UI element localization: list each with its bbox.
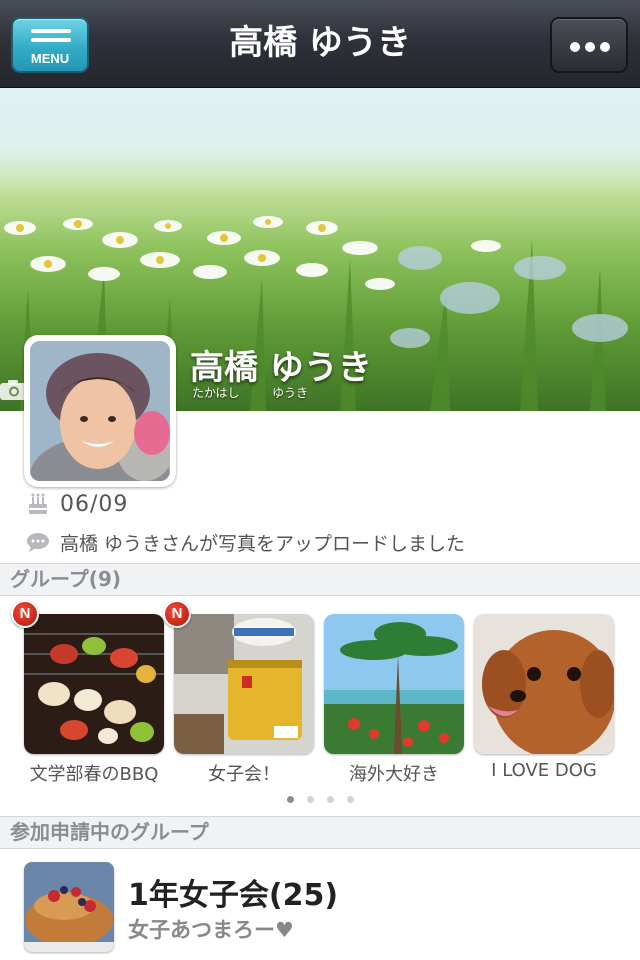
group-photo-bbq — [24, 614, 164, 754]
page-dot — [347, 796, 354, 803]
birthday-row: 06/09 — [26, 490, 128, 518]
group-label[interactable]: I LOVE DOG — [464, 760, 624, 781]
page-dot — [307, 796, 314, 803]
group-photo-dog — [474, 614, 614, 754]
birthday-text: 06/09 — [60, 491, 129, 517]
page-dot — [327, 796, 334, 803]
group-card-bbq[interactable] — [24, 614, 164, 754]
group-photo-overseas — [324, 614, 464, 754]
group-card-joshikai[interactable] — [174, 614, 314, 754]
more-options-button[interactable] — [550, 17, 628, 73]
more-icon — [570, 42, 610, 52]
new-badge: N — [11, 600, 39, 628]
profile-name: 高橋 ゆうき — [190, 348, 372, 388]
group-label[interactable]: 女子会！ — [164, 760, 324, 786]
birthday-cake-icon — [29, 493, 47, 514]
group-label[interactable]: 文学部春のBBQ — [14, 760, 174, 786]
page-dot-active — [287, 796, 294, 803]
groups-section-header: グループ(9) — [0, 563, 640, 596]
group-card-overseas[interactable] — [324, 614, 464, 754]
menu-button[interactable]: MENU — [11, 17, 89, 73]
page-indicator — [287, 796, 357, 804]
status-text: 高橋 ゆうきさんが写真をアップロードしました — [60, 532, 466, 555]
group-photo-joshikai — [174, 614, 314, 754]
pending-group-photo — [24, 862, 114, 952]
pending-group-thumbnail[interactable] — [24, 862, 114, 952]
navigation-bar: MENU 高橋 ゆうき — [0, 0, 640, 88]
page-title: 高橋 ゆうき — [229, 23, 411, 63]
menu-icon — [31, 29, 71, 51]
pending-group-name[interactable]: 1年女子会(25) — [128, 870, 338, 914]
avatar-photo — [30, 341, 170, 481]
status-row[interactable]: 高橋 ゆうきさんが写真をアップロードしました — [26, 528, 465, 556]
group-card-dog[interactable] — [474, 614, 614, 754]
new-badge: N — [163, 600, 191, 628]
group-label[interactable]: 海外大好き — [314, 760, 474, 786]
speech-bubble-icon — [27, 533, 49, 552]
pending-groups-section-header: 参加申請中のグループ — [0, 816, 640, 849]
furigana-first-name: ゆうき — [272, 386, 309, 400]
furigana-last-name: たかはし — [192, 386, 240, 400]
pending-group-description: 女子あつまろー♥ — [128, 918, 294, 942]
avatar[interactable] — [24, 335, 176, 487]
menu-button-label: MENU — [30, 51, 70, 66]
